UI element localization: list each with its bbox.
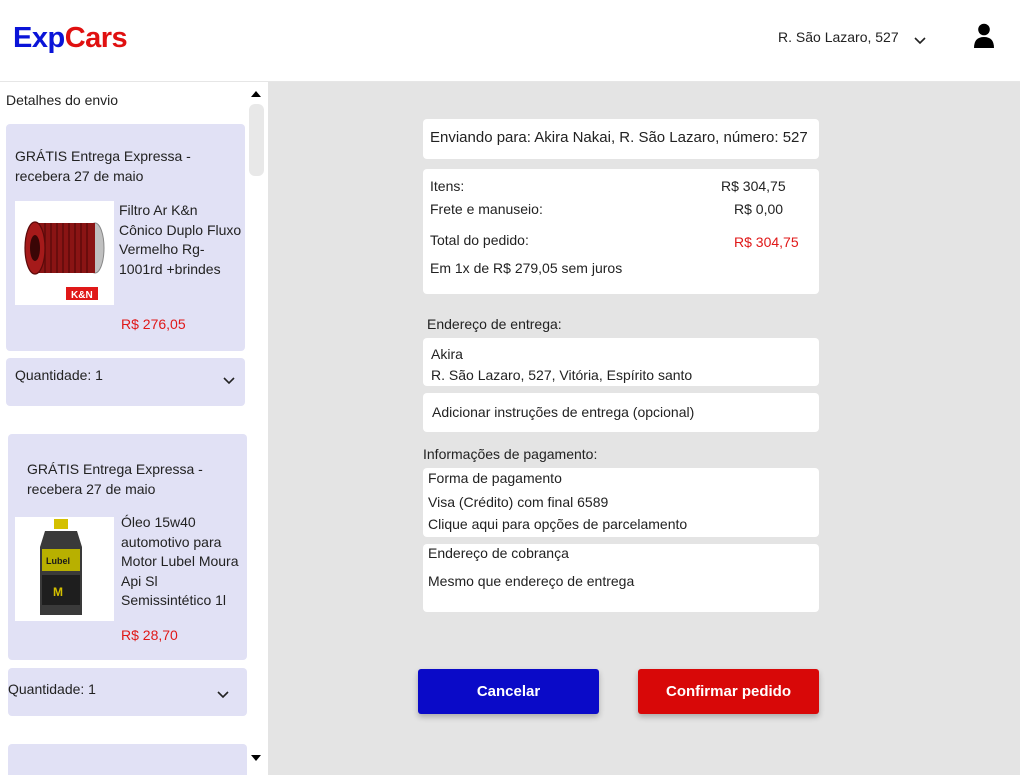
cart-item-card bbox=[8, 744, 247, 775]
shipping-value: R$ 0,00 bbox=[734, 201, 784, 217]
billing-value: Mesmo que endereço de entrega bbox=[428, 573, 635, 589]
brand-logo-part2: Cars bbox=[64, 22, 128, 54]
chevron-down-icon[interactable] bbox=[222, 373, 236, 387]
delivery-name: Akira bbox=[431, 346, 463, 362]
delivery-heading: Endereço de entrega: bbox=[427, 316, 562, 332]
delivery-instructions-text: Adicionar instruções de entrega (opciona… bbox=[432, 404, 695, 420]
sending-to-text: Enviando para: Akira Nakai, R. São Lazar… bbox=[430, 129, 808, 146]
shipping-label: Frete e manuseio: bbox=[430, 201, 543, 217]
shipping-details-sidebar[interactable]: Detalhes do envio GRÁTIS Entrega Express… bbox=[0, 82, 268, 775]
order-review-panel: Enviando para: Akira Nakai, R. São Lazar… bbox=[268, 82, 1020, 775]
quantity-selector[interactable]: Quantidade: 1 bbox=[6, 358, 245, 406]
cart-item-card: GRÁTIS Entrega Expressa - recebera 27 de… bbox=[8, 434, 247, 660]
quantity-label: Quantidade: 1 bbox=[15, 367, 103, 383]
sidebar-title: Detalhes do envio bbox=[6, 92, 119, 108]
product-price: R$ 276,05 bbox=[121, 316, 186, 332]
scroll-down-arrow-icon[interactable] bbox=[250, 753, 262, 763]
total-label: Total do pedido: bbox=[430, 232, 529, 248]
billing-address-box[interactable]: Endereço de cobrança Mesmo que endereço … bbox=[423, 544, 819, 612]
chevron-down-icon[interactable] bbox=[913, 33, 927, 47]
quantity-selector[interactable]: Quantidade: 1 bbox=[8, 668, 247, 716]
scrollbar-thumb[interactable] bbox=[249, 104, 264, 176]
svg-text:K&N: K&N bbox=[71, 290, 93, 301]
shipping-info: GRÁTIS Entrega Expressa - recebera 27 de… bbox=[15, 148, 191, 184]
payment-method-title: Forma de pagamento bbox=[428, 470, 562, 486]
delivery-address: R. São Lazaro, 527, Vitória, Espírito sa… bbox=[431, 367, 693, 383]
items-value: R$ 304,75 bbox=[721, 178, 786, 194]
product-image-motor-oil: Lubel M bbox=[15, 517, 114, 621]
product-price: R$ 28,70 bbox=[121, 627, 178, 643]
installment-options-link[interactable]: Clique aqui para opções de parcelamento bbox=[428, 516, 687, 532]
chevron-down-icon[interactable] bbox=[216, 687, 230, 701]
svg-text:M: M bbox=[53, 585, 63, 599]
confirm-order-button[interactable]: Confirmar pedido bbox=[638, 669, 819, 714]
shipping-info: GRÁTIS Entrega Expressa - recebera 27 de… bbox=[27, 461, 203, 497]
brand-logo-part1: Exp bbox=[13, 22, 65, 54]
cart-item-card: GRÁTIS Entrega Expressa - recebera 27 de… bbox=[6, 124, 245, 351]
order-summary-box: Itens: R$ 304,75 Frete e manuseio: R$ 0,… bbox=[423, 169, 819, 294]
payment-card: Visa (Crédito) com final 6589 bbox=[428, 494, 609, 510]
brand-logo[interactable]: ExpCars bbox=[13, 22, 128, 55]
top-header: ExpCars R. São Lazaro, 527 bbox=[0, 0, 1020, 82]
items-label: Itens: bbox=[430, 178, 465, 194]
user-icon[interactable] bbox=[973, 23, 995, 49]
svg-text:Lubel: Lubel bbox=[46, 556, 70, 566]
quantity-label: Quantidade: 1 bbox=[8, 681, 96, 697]
delivery-address-box[interactable]: Akira R. São Lazaro, 527, Vitória, Espír… bbox=[423, 338, 819, 386]
product-name[interactable]: Filtro Ar K&n Cônico Duplo Fluxo Vermelh… bbox=[119, 201, 244, 279]
sending-to-box: Enviando para: Akira Nakai, R. São Lazar… bbox=[423, 119, 819, 159]
billing-title: Endereço de cobrança bbox=[428, 545, 569, 561]
payment-heading: Informações de pagamento: bbox=[423, 446, 598, 462]
cancel-button[interactable]: Cancelar bbox=[418, 669, 599, 714]
product-name[interactable]: Óleo 15w40 automotivo para Motor Lubel M… bbox=[121, 513, 246, 611]
total-value: R$ 304,75 bbox=[734, 234, 799, 250]
delivery-instructions-button[interactable]: Adicionar instruções de entrega (opciona… bbox=[423, 393, 819, 432]
product-image-air-filter: K&N bbox=[15, 201, 114, 305]
scroll-up-arrow-icon[interactable] bbox=[250, 89, 262, 99]
installment-info: Em 1x de R$ 279,05 sem juros bbox=[430, 260, 623, 276]
payment-method-box[interactable]: Forma de pagamento Visa (Crédito) com fi… bbox=[423, 468, 819, 537]
address-selector[interactable]: R. São Lazaro, 527 bbox=[778, 29, 899, 45]
